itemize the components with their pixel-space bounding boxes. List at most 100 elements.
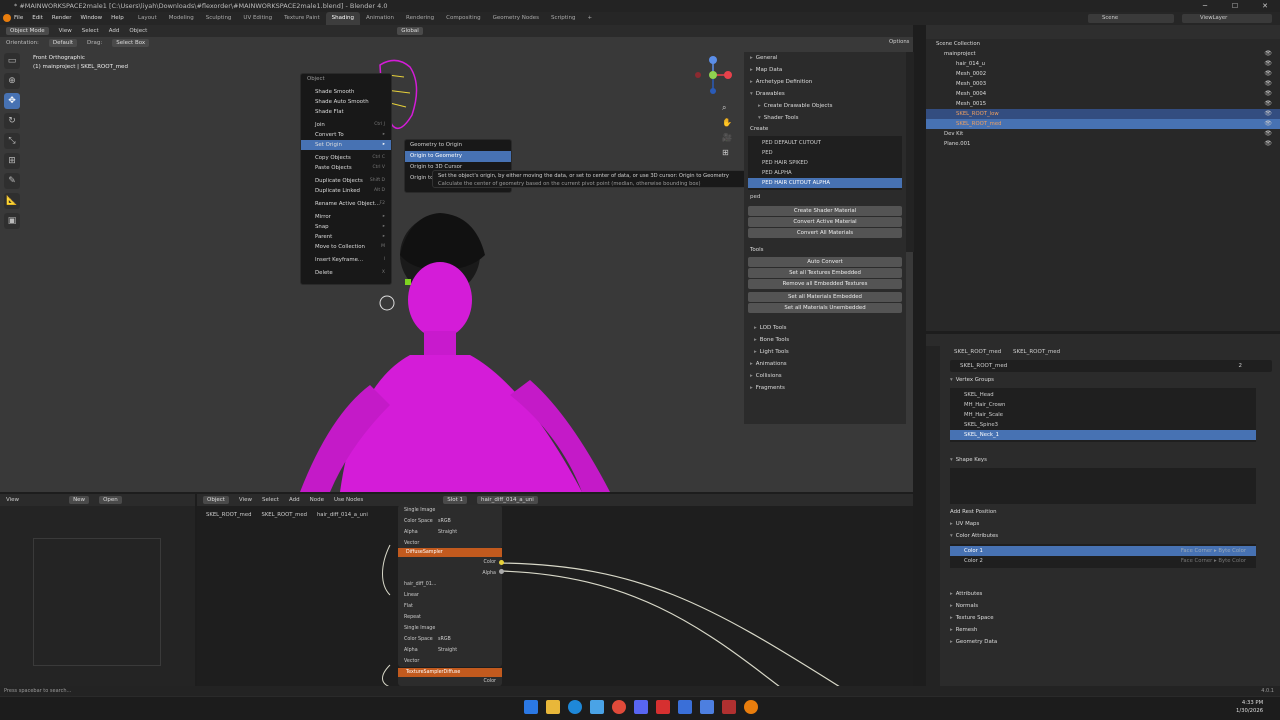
create-drawable-objects[interactable]: ▸ Create Drawable Objects [744,100,906,112]
node-row[interactable]: Repeat [398,612,502,623]
node-view-menu[interactable]: View [239,497,252,503]
image-selector[interactable]: hair_diff_01... [398,579,502,590]
section-bone-tools[interactable]: ▸ Bone Tools [744,334,906,346]
tab-layout[interactable]: Layout [132,12,163,25]
menu-insert-keyframe[interactable]: Insert Keyframe... I [301,255,391,265]
view-layer-selector[interactable]: ViewLayer [1182,14,1272,23]
menu-mirror[interactable]: Mirror ▸ [301,212,391,222]
app-blue2-icon[interactable] [700,700,714,714]
set-materials-unembedded-button[interactable]: Set all Materials Unembedded [748,303,902,313]
viewport-view-menu[interactable]: View [59,28,72,34]
discord-icon[interactable] [634,700,648,714]
shader-item-selected[interactable]: PED HAIR CUTOUT ALPHA [748,178,902,188]
transform-orientation[interactable]: Global [397,27,423,35]
menu-set-origin[interactable]: Set Origin ▸ [301,140,391,150]
vertex-group-item-selected[interactable]: SKEL_Neck_1 [950,430,1256,440]
alpha-socket-icon[interactable] [499,569,504,574]
edge-icon[interactable] [568,700,582,714]
shader-item[interactable]: PED [748,148,902,158]
menu-duplicate-objects[interactable]: Duplicate Objects Shift D [301,176,391,186]
node-row[interactable]: Alpha Straight [398,645,502,656]
eye-icon[interactable]: 👁 [1264,49,1272,59]
tab-texture-paint[interactable]: Texture Paint [278,12,326,25]
mode-selector[interactable]: Object Mode [6,27,49,35]
viewport-select-menu[interactable]: Select [82,28,99,34]
scale-icon[interactable]: ⤡ [4,133,20,149]
color-output[interactable]: Color [398,677,502,686]
eye-icon[interactable]: 👁 [1264,59,1272,69]
texture-sampler-node[interactable]: TextureSamplerDiffuse Color [398,668,502,686]
section-archetype[interactable]: ▸ Archetype Definition [744,76,906,88]
color-socket-icon[interactable] [499,560,504,565]
section-collisions[interactable]: ▸ Collisions [744,370,906,382]
new-image-button[interactable]: New [69,496,90,504]
menu-shade-smooth[interactable]: Shade Smooth [301,87,391,97]
node-node-menu[interactable]: Node [310,497,324,503]
remesh-panel[interactable]: ▸ Remesh [926,624,1280,636]
texture-space-panel[interactable]: ▸ Texture Space [926,612,1280,624]
tab-sculpting[interactable]: Sculpting [200,12,238,25]
section-map-data[interactable]: ▸ Map Data [744,64,906,76]
object-shader-type[interactable]: Object [203,496,229,504]
annotate-icon[interactable]: ✎ [4,173,20,189]
shader-search-input[interactable]: ped [744,192,906,202]
file-explorer-icon[interactable] [546,700,560,714]
uv-maps-panel[interactable]: ▸ UV Maps [926,518,1280,530]
node-row[interactable]: Flat [398,601,502,612]
vertex-group-item[interactable]: SKEL_Spine3 [950,420,1256,430]
outliner-row[interactable]: Mesh_0002 👁 [926,69,1280,79]
viewport-add-menu[interactable]: Add [109,28,120,34]
orientation-dropdown[interactable]: Default [48,39,78,47]
eye-icon[interactable]: 👁 [1264,89,1272,99]
set-materials-embedded-button[interactable]: Set all Materials Embedded [748,292,902,302]
open-image-button[interactable]: Open [99,496,122,504]
shader-tools[interactable]: ▾ Shader Tools [744,112,906,124]
color-attributes-panel[interactable]: ▾ Color Attributes [926,530,1280,542]
node-row[interactable]: Single Image [398,623,502,634]
grid-icon[interactable]: ⊞ [722,145,732,160]
menu-render[interactable]: Render [52,12,72,25]
node-row[interactable]: Alpha Straight [398,527,502,538]
node-row[interactable]: Color Space sRGB [398,634,502,645]
vertex-groups-panel[interactable]: ▾ Vertex Groups [926,374,1280,386]
app-red2-icon[interactable] [722,700,736,714]
menu-paste-objects[interactable]: Paste Objects Ctrl V [301,163,391,173]
scene-selector[interactable]: Scene [1088,14,1174,23]
tab-compositing[interactable]: Compositing [440,12,486,25]
outliner-row-selected[interactable]: SKEL_ROOT_low 👁 [926,109,1280,119]
navigation-gizmo[interactable] [690,55,740,100]
menu-join[interactable]: Join Ctrl J [301,120,391,130]
node-row[interactable]: Color Space sRGB [398,516,502,527]
outliner-row[interactable]: Mesh_0003 👁 [926,79,1280,89]
remove-embedded-textures-button[interactable]: Remove all Embedded Textures [748,279,902,289]
menu-delete[interactable]: Delete X [301,268,391,278]
cursor-icon[interactable]: ⊕ [4,73,20,89]
tab-scripting[interactable]: Scripting [545,12,581,25]
add-cube-icon[interactable]: ▣ [4,213,20,229]
geometry-data-panel[interactable]: ▸ Geometry Data [926,636,1280,648]
app-icon[interactable] [590,700,604,714]
section-animations[interactable]: ▸ Animations [744,358,906,370]
node-row[interactable]: Single Image [398,505,502,516]
options-button[interactable]: Options [889,39,909,45]
shader-item[interactable]: PED DEFAULT CUTOUT [748,138,902,148]
menu-duplicate-linked[interactable]: Duplicate Linked Alt D [301,186,391,196]
section-light-tools[interactable]: ▸ Light Tools [744,346,906,358]
blender-taskbar-icon[interactable] [744,700,758,714]
blender-logo-icon[interactable] [3,14,11,22]
3d-cursor-icon[interactable] [379,295,395,311]
outliner-row[interactable]: mainproject 👁 [926,49,1280,59]
menu-snap[interactable]: Snap ▸ [301,222,391,232]
menu-copy-objects[interactable]: Copy Objects Ctrl C [301,153,391,163]
eye-icon[interactable]: 👁 [1264,109,1272,119]
tab-uv-editing[interactable]: UV Editing [237,12,278,25]
convert-all-materials-button[interactable]: Convert All Materials [748,228,902,238]
app-blue-icon[interactable] [678,700,692,714]
diffuse-sampler-node[interactable]: DiffuseSampler Color Alpha hair_diff_01.… [398,548,502,667]
menu-geometry-to-origin[interactable]: Geometry to Origin [405,140,511,151]
mesh-name-field[interactable]: SKEL_ROOT_med 2 [950,360,1272,372]
menu-origin-to-geometry[interactable]: Origin to Geometry [405,151,511,162]
clock[interactable]: 4:33 PM 1/30/2026 [1236,699,1263,715]
eye-icon[interactable]: 👁 [1264,129,1272,139]
color-attribute-item-selected[interactable]: Color 1 Face Corner ▸ Byte Color [950,546,1256,556]
